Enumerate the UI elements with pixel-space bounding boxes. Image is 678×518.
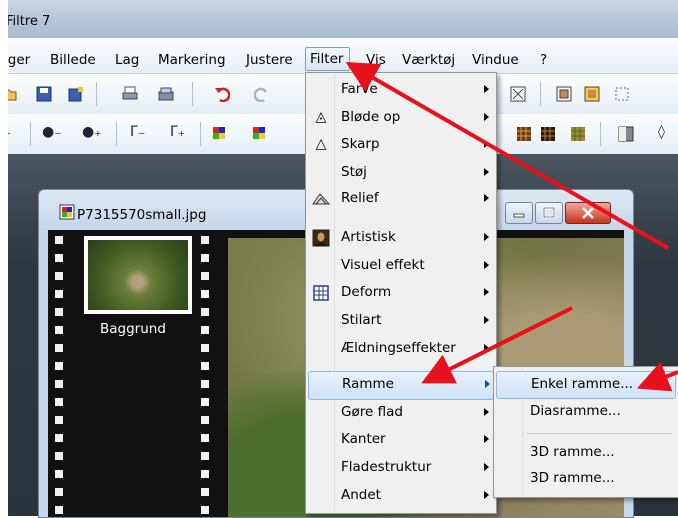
annotation-arrow [421,306,573,384]
annotation-arrow [345,62,669,250]
annotation-overlay [345,62,678,392]
annotation-arrow [636,361,678,392]
